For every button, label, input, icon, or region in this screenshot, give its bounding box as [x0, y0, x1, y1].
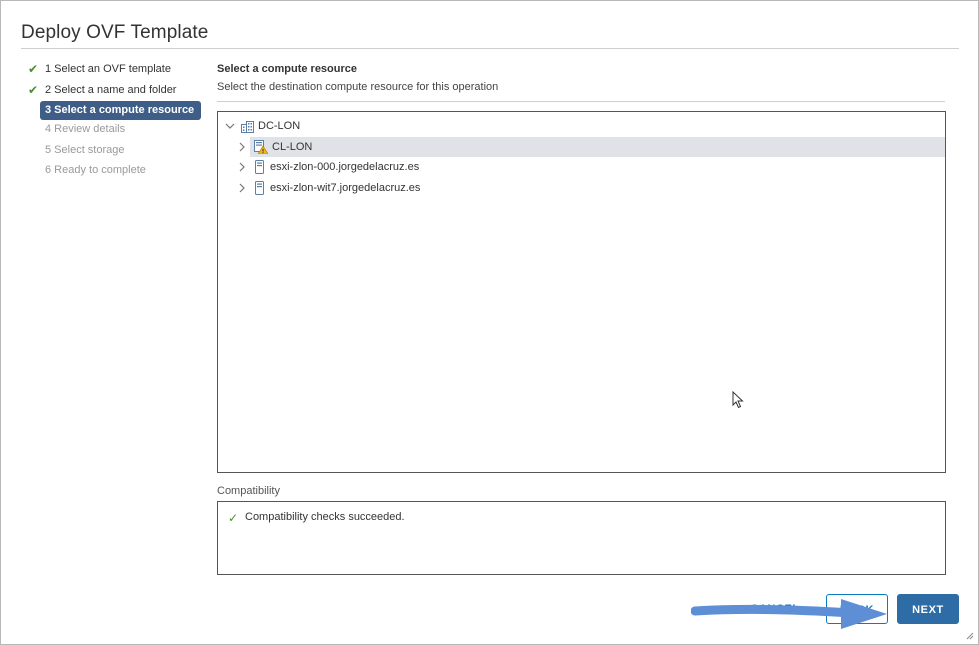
tree-node-datacenter[interactable]: DC-LON — [224, 116, 524, 136]
compatibility-message: Compatibility checks succeeded. — [245, 511, 405, 523]
title-divider — [21, 48, 959, 49]
wizard-steps: ✔ 1 Select an OVF template ✔ 2 Select a … — [25, 59, 203, 181]
check-icon: ✔ — [28, 82, 39, 97]
host-icon — [255, 181, 264, 202]
deploy-ovf-dialog: Deploy OVF Template ✔ 1 Select an OVF te… — [0, 0, 979, 645]
step-select-ovf-template[interactable]: ✔ 1 Select an OVF template — [25, 59, 203, 80]
step-review-details: 4 Review details — [25, 119, 203, 140]
check-icon: ✔ — [28, 62, 39, 76]
step-label: 1 Select an OVF template — [45, 63, 171, 75]
step-ready-to-complete: 6 Ready to complete — [25, 160, 203, 181]
step-select-name-folder[interactable]: ✔ 2 Select a name and folder — [25, 80, 203, 101]
section-divider — [217, 101, 945, 102]
tree-node-host[interactable]: esxi-zlon-wit7.jorgedelacruz.es — [236, 178, 536, 198]
step-label: 6 Ready to complete — [45, 164, 146, 176]
step-label: 5 Select storage — [45, 143, 125, 156]
check-icon: ✓ — [228, 511, 239, 525]
section-subtitle: Select the destination compute resource … — [217, 81, 499, 93]
chevron-down-icon[interactable] — [224, 116, 236, 143]
step-select-compute-resource[interactable]: 3 Select a compute resource — [40, 100, 201, 120]
mouse-pointer-icon — [732, 391, 744, 409]
step-select-storage: 5 Select storage — [25, 140, 203, 161]
tree-node-host[interactable]: esxi-zlon-000.jorgedelacruz.es — [236, 157, 536, 177]
step-label: 2 Select a name and folder — [45, 83, 177, 96]
resize-grip-icon[interactable] — [966, 632, 974, 640]
compatibility-panel: ✓ Compatibility checks succeeded. — [217, 501, 946, 575]
dialog-title: Deploy OVF Template — [21, 22, 209, 43]
section-title: Select a compute resource — [217, 63, 358, 75]
tree-node-cluster[interactable]: CL-LON — [239, 137, 945, 157]
compatibility-label: Compatibility — [217, 485, 280, 497]
chevron-right-icon[interactable] — [236, 178, 248, 205]
annotation-arrow-icon — [691, 599, 887, 629]
compute-resource-tree[interactable]: DC-LON CL-LON esxi-zlon-000.jorgedelacru… — [217, 111, 946, 473]
tree-node-label: CL-LON — [272, 141, 313, 153]
tree-node-label: DC-LON — [258, 120, 301, 132]
tree-node-label: esxi-zlon-000.jorgedelacruz.es — [270, 161, 420, 173]
next-button[interactable]: NEXT — [897, 594, 959, 624]
tree-node-label: esxi-zlon-wit7.jorgedelacruz.es — [270, 182, 421, 194]
step-label: 4 Review details — [45, 123, 126, 135]
step-label: 3 Select a compute resource — [45, 103, 195, 116]
